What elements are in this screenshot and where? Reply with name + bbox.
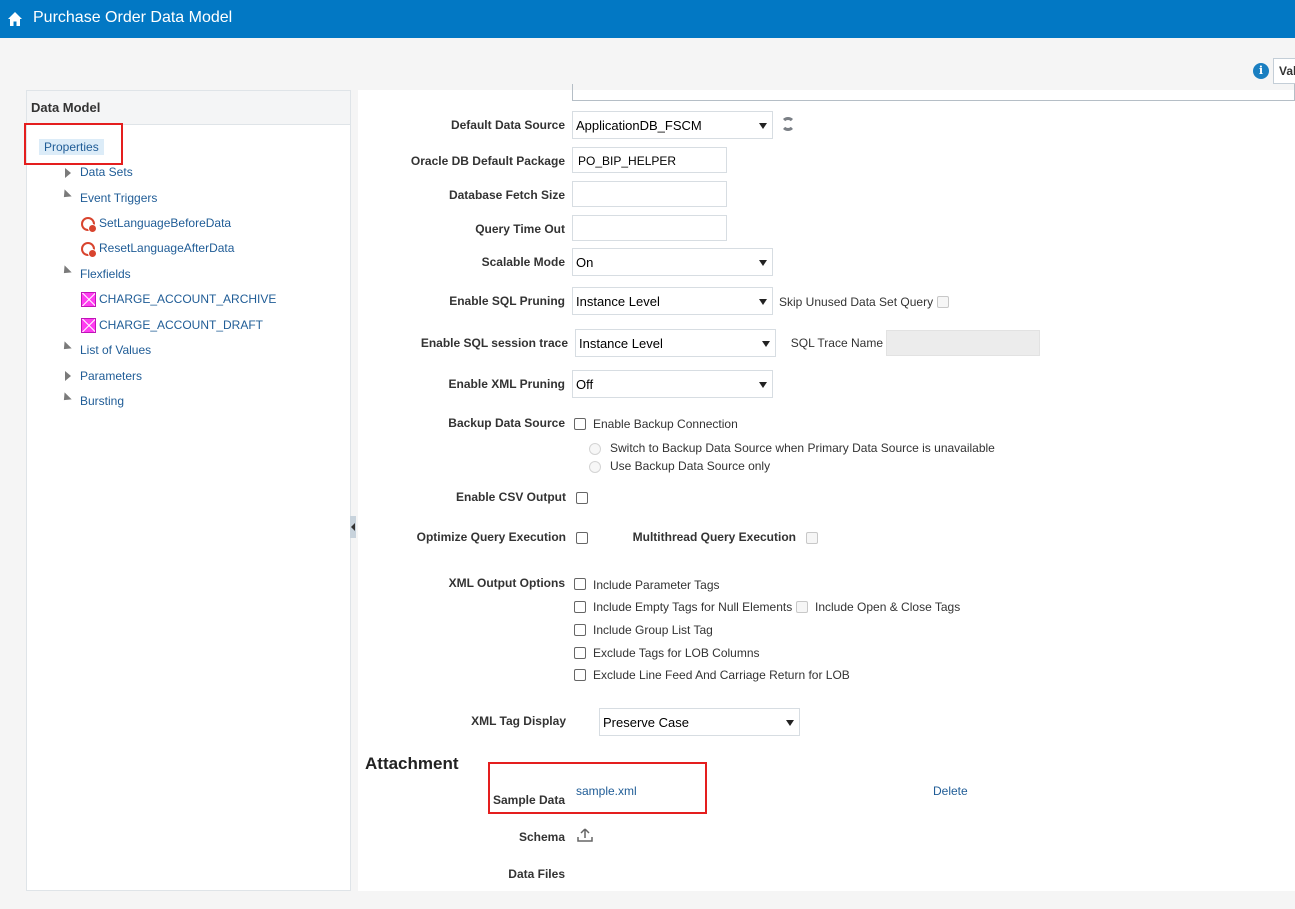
oracle-db-default-package-input[interactable]: PO_BIP_HELPER xyxy=(572,147,727,173)
page-title: Purchase Order Data Model xyxy=(33,9,233,26)
enable-sql-pruning-value: Instance Level xyxy=(576,294,660,309)
skip-unused-data-set-query-checkbox[interactable] xyxy=(937,296,949,308)
optimize-query-execution-checkbox[interactable] xyxy=(576,532,588,544)
upload-icon[interactable] xyxy=(577,827,593,843)
refresh-icon[interactable] xyxy=(781,117,795,131)
tree-node-data-sets[interactable]: Data Sets xyxy=(80,165,133,179)
expand-icon[interactable] xyxy=(65,168,71,178)
tree-panel-header: Data Model xyxy=(27,91,350,125)
tree-node-charge-account-archive[interactable]: CHARGE_ACCOUNT_ARCHIVE xyxy=(99,292,276,306)
flexfield-icon xyxy=(81,318,96,333)
multithread-query-execution-label: Multithread Query Execution xyxy=(632,530,796,544)
tree-node-event-triggers[interactable]: Event Triggers xyxy=(80,191,157,205)
tree-node-parameters[interactable]: Parameters xyxy=(80,369,142,383)
tree-node-list-of-values[interactable]: List of Values xyxy=(80,343,151,357)
sql-trace-name-label: SQL Trace Name xyxy=(790,336,883,350)
collapse-icon[interactable] xyxy=(60,189,72,201)
backup-only-radio[interactable] xyxy=(589,461,601,473)
enable-backup-connection-label: Enable Backup Connection xyxy=(593,417,738,431)
enable-backup-connection-checkbox[interactable] xyxy=(574,418,586,430)
tree-node-set-language-before-data[interactable]: SetLanguageBeforeData xyxy=(99,216,231,230)
backup-data-source-label: Backup Data Source xyxy=(448,416,565,430)
default-data-source-label: Default Data Source xyxy=(450,118,565,132)
skip-unused-data-set-query-label: Skip Unused Data Set Query xyxy=(779,295,934,309)
enable-csv-output-label: Enable CSV Output xyxy=(455,490,566,504)
description-field[interactable] xyxy=(572,84,1295,101)
tree-node-charge-account-draft[interactable]: CHARGE_ACCOUNT_DRAFT xyxy=(99,318,263,332)
delete-link[interactable]: Delete xyxy=(933,784,968,798)
flexfield-icon xyxy=(81,292,96,307)
enable-sql-session-trace-label: Enable SQL session trace xyxy=(420,336,568,350)
scalable-mode-select[interactable]: On xyxy=(572,248,773,276)
info-icon[interactable]: i xyxy=(1253,63,1269,79)
query-time-out-label: Query Time Out xyxy=(475,222,565,236)
include-open-close-tags-checkbox[interactable] xyxy=(796,601,808,613)
collapse-icon[interactable] xyxy=(60,392,72,404)
default-data-source-value: ApplicationDB_FSCM xyxy=(576,118,702,133)
multithread-query-execution-checkbox[interactable] xyxy=(806,532,818,544)
dropdown-arrow-icon xyxy=(759,382,767,388)
scalable-mode-label: Scalable Mode xyxy=(481,255,565,269)
event-trigger-icon xyxy=(81,217,97,233)
tree-panel-title: Data Model xyxy=(31,100,101,115)
xml-output-options-label: XML Output Options xyxy=(448,576,565,590)
include-parameter-tags-checkbox[interactable] xyxy=(574,578,586,590)
sample-xml-link[interactable]: sample.xml xyxy=(576,784,637,798)
attachment-section-title: Attachment xyxy=(365,754,459,773)
collapse-icon[interactable] xyxy=(60,341,72,353)
enable-xml-pruning-value: Off xyxy=(576,377,594,392)
enable-csv-output-checkbox[interactable] xyxy=(576,492,588,504)
dropdown-arrow-icon xyxy=(786,720,794,726)
include-group-list-tag-checkbox[interactable] xyxy=(574,624,586,636)
dropdown-arrow-icon xyxy=(759,299,767,305)
tree-node-flexfields[interactable]: Flexfields xyxy=(80,267,131,281)
highlight-box-properties xyxy=(24,123,123,165)
home-icon[interactable] xyxy=(7,11,23,27)
exclude-tags-lob-checkbox[interactable] xyxy=(574,647,586,659)
backup-switch-radio-label: Switch to Backup Data Source when Primar… xyxy=(610,441,995,455)
oracle-db-default-package-label: Oracle DB Default Package xyxy=(410,154,565,168)
backup-only-radio-label: Use Backup Data Source only xyxy=(610,459,771,473)
dropdown-arrow-icon xyxy=(759,260,767,266)
expand-icon[interactable] xyxy=(65,371,71,381)
schema-label: Schema xyxy=(518,830,565,844)
include-empty-tags-checkbox[interactable] xyxy=(574,601,586,613)
database-fetch-size-input[interactable] xyxy=(572,181,727,207)
dropdown-arrow-icon xyxy=(759,123,767,129)
data-files-label: Data Files xyxy=(508,867,565,881)
panel-splitter-collapse[interactable] xyxy=(350,516,356,538)
tree-node-bursting[interactable]: Bursting xyxy=(80,394,124,408)
enable-sql-pruning-label: Enable SQL Pruning xyxy=(449,294,565,308)
xml-tag-display-value: Preserve Case xyxy=(603,715,689,730)
sample-data-label: Sample Data xyxy=(492,793,565,807)
app-header: Purchase Order Data Model xyxy=(0,0,1295,38)
enable-sql-session-trace-select[interactable]: Instance Level xyxy=(575,329,776,357)
exclude-tags-lob-label: Exclude Tags for LOB Columns xyxy=(593,646,760,660)
sql-trace-name-input[interactable] xyxy=(886,330,1040,356)
include-parameter-tags-label: Include Parameter Tags xyxy=(593,578,720,592)
xml-tag-display-select[interactable]: Preserve Case xyxy=(599,708,800,736)
query-time-out-input[interactable] xyxy=(572,215,727,241)
enable-sql-session-trace-value: Instance Level xyxy=(579,336,663,351)
event-trigger-icon xyxy=(81,242,97,258)
dropdown-arrow-icon xyxy=(762,341,770,347)
enable-xml-pruning-select[interactable]: Off xyxy=(572,370,773,398)
validate-button[interactable]: Val xyxy=(1273,58,1295,84)
data-model-tree-panel: Data Model Properties Data Sets Event Tr… xyxy=(24,90,351,891)
default-data-source-select[interactable]: ApplicationDB_FSCM xyxy=(572,111,773,139)
include-group-list-tag-label: Include Group List Tag xyxy=(593,623,713,637)
exclude-line-feed-checkbox[interactable] xyxy=(574,669,586,681)
backup-switch-radio[interactable] xyxy=(589,443,601,455)
include-empty-tags-label: Include Empty Tags for Null Elements xyxy=(593,600,793,614)
optimize-query-execution-label: Optimize Query Execution xyxy=(416,530,566,544)
tree-node-reset-language-after-data[interactable]: ResetLanguageAfterData xyxy=(99,241,234,255)
scalable-mode-value: On xyxy=(576,255,594,270)
collapse-icon[interactable] xyxy=(60,265,72,277)
enable-sql-pruning-select[interactable]: Instance Level xyxy=(572,287,773,315)
enable-xml-pruning-label: Enable XML Pruning xyxy=(448,377,565,391)
exclude-line-feed-label: Exclude Line Feed And Carriage Return fo… xyxy=(593,668,850,682)
xml-tag-display-label: XML Tag Display xyxy=(471,714,566,728)
include-open-close-tags-label: Include Open & Close Tags xyxy=(815,600,961,614)
database-fetch-size-label: Database Fetch Size xyxy=(448,188,565,202)
